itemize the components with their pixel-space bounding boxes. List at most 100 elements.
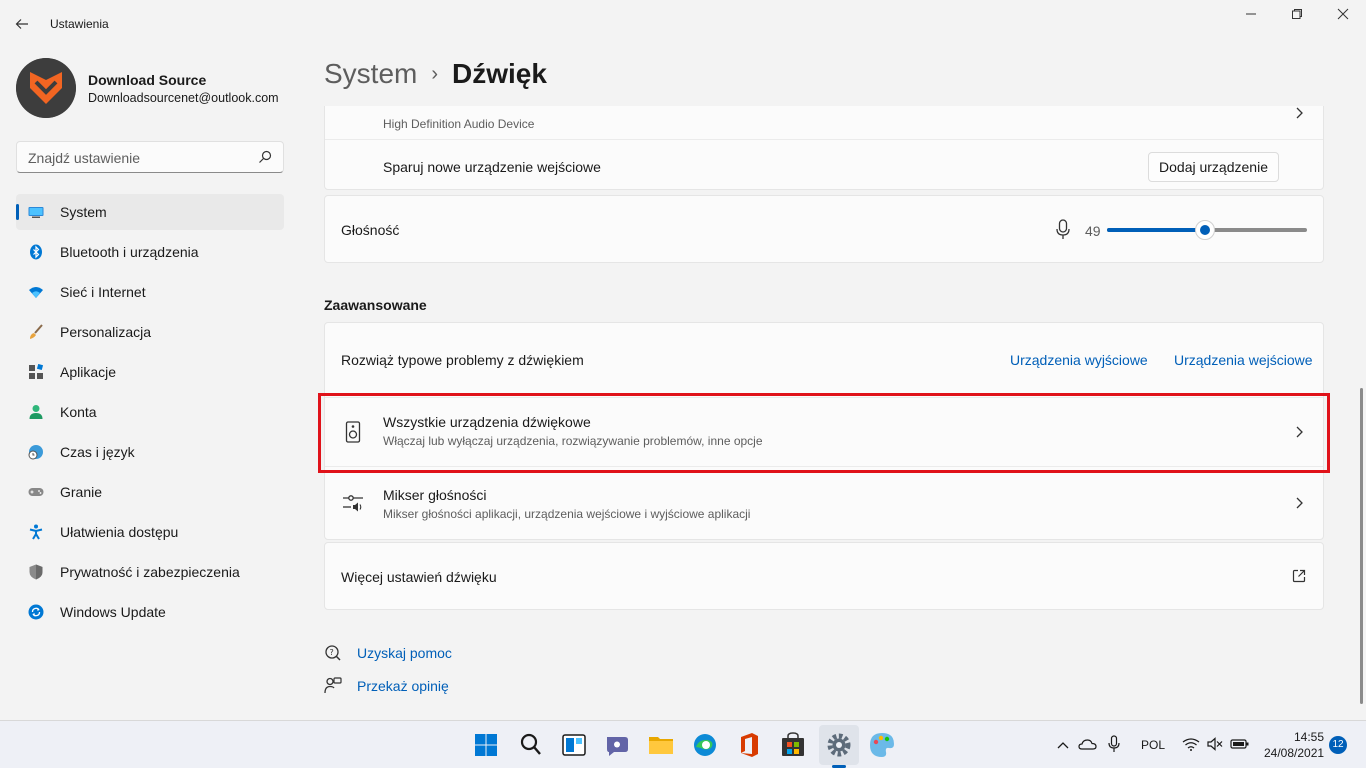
- sidebar-item-label: Windows Update: [60, 604, 166, 620]
- sidebar-item-bluetooth[interactable]: Bluetooth i urządzenia: [16, 234, 284, 270]
- get-help-link[interactable]: Uzyskaj pomoc: [357, 645, 452, 661]
- close-button[interactable]: [1320, 6, 1366, 26]
- accessibility-icon: [29, 524, 43, 540]
- slider-fill: [1107, 228, 1205, 232]
- sidebar-item-time-language[interactable]: Czas i język: [16, 434, 284, 470]
- avatar: [16, 58, 76, 118]
- clock-time[interactable]: 14:55: [1294, 730, 1324, 744]
- scrollbar[interactable]: [1360, 388, 1363, 704]
- microphone-in-use-icon[interactable]: [1108, 735, 1120, 753]
- more-sound-settings-label: Więcej ustawień dźwięku: [341, 569, 497, 585]
- battery-charging-icon[interactable]: [1230, 737, 1250, 751]
- globe-clock-icon: [28, 445, 43, 460]
- profile-name: Download Source: [88, 72, 207, 88]
- divider: [325, 139, 1323, 140]
- maximize-button[interactable]: [1274, 6, 1320, 26]
- volume-slider[interactable]: [1107, 220, 1307, 240]
- sidebar-item-label: Aplikacje: [60, 364, 117, 380]
- file-explorer-icon[interactable]: [645, 729, 677, 761]
- onedrive-cloud-icon[interactable]: [1078, 737, 1098, 751]
- office-icon[interactable]: [733, 729, 765, 761]
- person-icon: [29, 405, 43, 419]
- volume-mixer-title: Mikser głośności: [383, 487, 487, 503]
- user-profile[interactable]: Download Source Downloadsourcenet@outloo…: [16, 58, 286, 118]
- search-placeholder: Znajdź ustawienie: [28, 150, 141, 166]
- app-title: Ustawienia: [50, 17, 109, 31]
- language-indicator[interactable]: POL: [1141, 738, 1165, 752]
- edge-browser-icon[interactable]: [689, 729, 721, 761]
- volume-value: 49: [1085, 223, 1101, 239]
- sidebar-item-accessibility[interactable]: Ułatwienia dostępu: [16, 514, 284, 550]
- sidebar-item-label: Ułatwienia dostępu: [60, 524, 179, 540]
- highlight-annotation: [318, 393, 1330, 473]
- search-icon[interactable]: [515, 729, 547, 761]
- chevron-up-icon[interactable]: [1056, 738, 1070, 752]
- minimize-icon: [1246, 13, 1256, 15]
- sidebar-item-label: Personalizacja: [60, 324, 152, 340]
- pair-device-label: Sparuj nowe urządzenie wejściowe: [383, 159, 601, 175]
- sidebar-item-system[interactable]: System: [16, 194, 284, 230]
- notification-badge[interactable]: 12: [1329, 736, 1347, 754]
- restore-icon: [1292, 9, 1302, 19]
- troubleshoot-label: Rozwiąż typowe problemy z dźwiękiem: [341, 352, 584, 368]
- input-device-card: High Definition Audio Device Sparuj nowe…: [324, 106, 1324, 190]
- task-view-icon[interactable]: [558, 729, 590, 761]
- sidebar-item-label: System: [60, 204, 107, 220]
- clock-date[interactable]: 24/08/2021: [1264, 746, 1324, 760]
- section-title-advanced: Zaawansowane: [324, 297, 427, 313]
- bluetooth-icon: [30, 244, 42, 260]
- slider-thumb[interactable]: [1195, 220, 1215, 240]
- store-icon[interactable]: [777, 729, 809, 761]
- sidebar-item-accounts[interactable]: Konta: [16, 394, 284, 430]
- volume-mixer-subtitle: Mikser głośności aplikacji, urządzenia w…: [383, 507, 751, 521]
- sidebar-item-network[interactable]: Sieć i Internet: [16, 274, 284, 310]
- output-devices-link[interactable]: Urządzenia wyjściowe: [1010, 352, 1148, 368]
- mixer-icon: [343, 495, 363, 512]
- arrow-left-icon: [15, 19, 28, 29]
- sidebar-item-personalization[interactable]: Personalizacja: [16, 314, 284, 350]
- back-button[interactable]: [14, 12, 34, 36]
- sidebar-item-gaming[interactable]: Granie: [16, 474, 284, 510]
- shield-icon: [29, 564, 43, 580]
- sidebar-item-label: Sieć i Internet: [60, 284, 146, 300]
- input-device-row[interactable]: High Definition Audio Device: [325, 106, 1323, 139]
- wifi-icon: [29, 287, 43, 298]
- feedback-icon: [324, 677, 342, 694]
- sidebar-item-privacy[interactable]: Prywatność i zabezpieczenia: [16, 554, 284, 590]
- breadcrumb: System › Dźwięk: [324, 58, 547, 90]
- volume-muted-icon[interactable]: [1207, 737, 1223, 751]
- sidebar-item-label: Czas i język: [60, 444, 135, 460]
- volume-mixer-row[interactable]: Mikser głośności Mikser głośności aplika…: [325, 467, 1323, 539]
- sidebar-item-apps[interactable]: Aplikacje: [16, 354, 284, 390]
- start-windows-icon[interactable]: [470, 729, 502, 761]
- page-title: Dźwięk: [452, 58, 547, 89]
- volume-label: Głośność: [341, 222, 400, 238]
- search-input[interactable]: Znajdź ustawienie: [16, 141, 284, 173]
- search-icon: [259, 150, 272, 163]
- paint-palette-icon[interactable]: [866, 729, 898, 761]
- chevron-right-icon: [1296, 107, 1303, 119]
- teams-chat-icon[interactable]: [601, 729, 633, 761]
- microphone-icon[interactable]: [1055, 219, 1071, 241]
- profile-email: Downloadsourcenet@outlook.com: [88, 91, 279, 105]
- sidebar-nav: System Bluetooth i urządzenia Sieć i Int…: [16, 194, 284, 634]
- feedback-link[interactable]: Przekaż opinię: [357, 678, 449, 694]
- sidebar-item-windows-update[interactable]: Windows Update: [16, 594, 284, 630]
- sidebar-item-label: Konta: [60, 404, 97, 420]
- more-sound-settings-row[interactable]: Więcej ustawień dźwięku: [324, 542, 1324, 610]
- volume-card: Głośność 49: [324, 195, 1324, 263]
- breadcrumb-separator: ›: [431, 63, 439, 85]
- chevron-right-icon: [1296, 497, 1303, 509]
- sidebar-item-label: Prywatność i zabezpieczenia: [60, 564, 240, 580]
- taskbar: POL 14:55 24/08/2021 12: [0, 720, 1366, 768]
- settings-gear-icon[interactable]: [823, 729, 855, 761]
- sidebar-item-label: Granie: [60, 484, 103, 500]
- update-icon: [28, 604, 44, 620]
- minimize-button[interactable]: [1228, 6, 1274, 26]
- input-devices-link[interactable]: Urządzenia wejściowe: [1174, 352, 1313, 368]
- breadcrumb-parent[interactable]: System: [324, 58, 417, 89]
- brush-icon: [30, 324, 43, 339]
- input-device-subtitle: High Definition Audio Device: [383, 117, 535, 131]
- wifi-icon[interactable]: [1182, 737, 1200, 751]
- add-device-button[interactable]: Dodaj urządzenie: [1148, 152, 1279, 182]
